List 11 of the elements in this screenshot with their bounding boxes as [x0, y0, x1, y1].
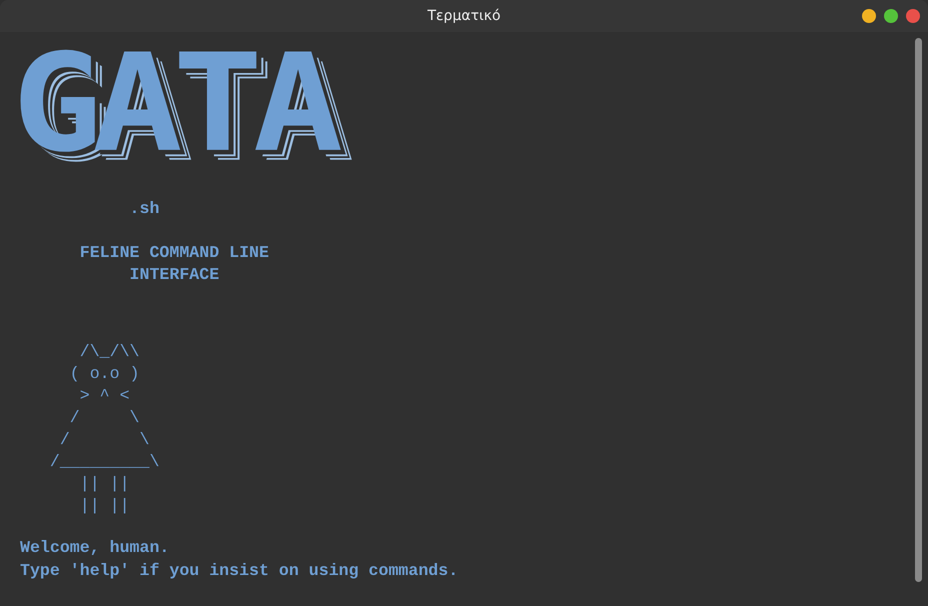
- close-button[interactable]: [906, 9, 920, 23]
- tagline-text: FELINE COMMAND LINE: [78, 242, 269, 264]
- welcome-message: Type 'help' if you insist on using commands.: [20, 560, 458, 582]
- maximize-button[interactable]: [884, 9, 898, 23]
- minimize-button[interactable]: [862, 9, 876, 23]
- welcome-message: Welcome, human.: [20, 537, 170, 559]
- window-title: Τερματικό: [427, 6, 501, 26]
- scrollbar[interactable]: [915, 38, 922, 582]
- subtitle-text: .sh: [128, 198, 160, 220]
- cat-ascii-art: /\_/\\ ( o.o ) > ^ < / \ / \ /_________\ || || || ||: [48, 341, 160, 517]
- tagline-text: INTERFACE: [128, 264, 220, 286]
